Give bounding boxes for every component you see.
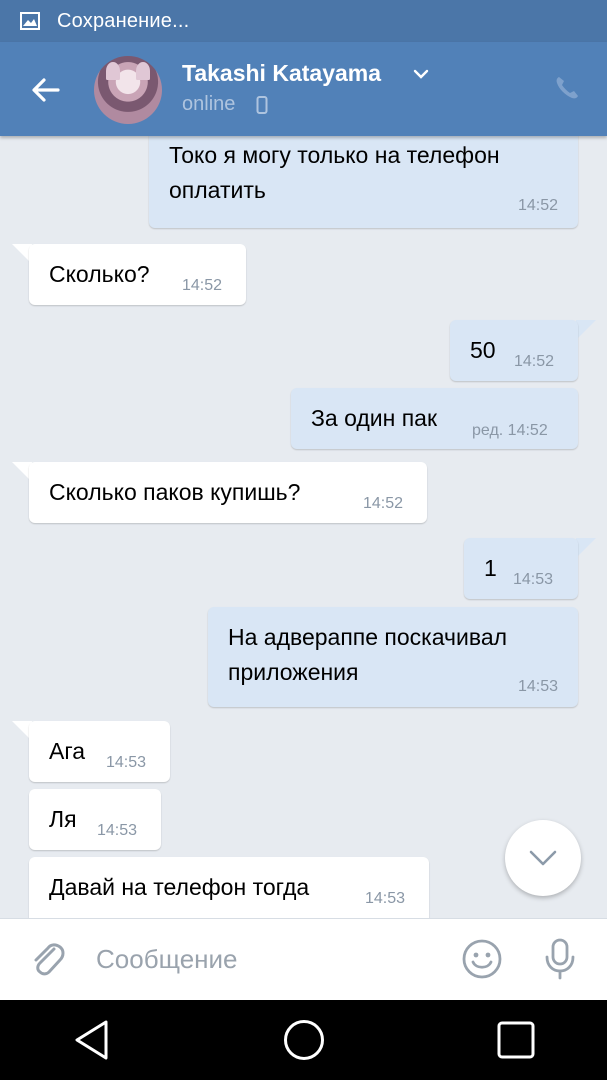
message-text: Давай на телефон тогда <box>49 874 310 900</box>
message-input[interactable] <box>96 939 436 979</box>
message-time: 14:52 <box>514 353 555 370</box>
system-navigation-bar <box>0 1000 607 1080</box>
message-text: оплатить <box>169 177 266 203</box>
message-time: 14:53 <box>106 754 147 771</box>
chevron-down-icon <box>529 850 557 866</box>
message-text: Сколько паков купишь? <box>49 479 301 505</box>
message-incoming[interactable]: Сколько? 14:52 <box>29 244 246 305</box>
chat-header: Takashi Katayama online <box>0 42 607 136</box>
message-text: 1 <box>484 555 497 581</box>
chevron-down-icon[interactable] <box>412 67 430 81</box>
message-text: приложения <box>228 659 359 685</box>
status-bar: Сохранение... <box>0 0 607 42</box>
image-icon <box>20 12 40 30</box>
nav-recent-apps-icon[interactable] <box>497 1021 535 1059</box>
nav-home-icon[interactable] <box>283 1019 325 1061</box>
bubble-tail <box>576 320 596 340</box>
message-text: На адвераппе поскачивал <box>228 624 508 650</box>
contact-name[interactable]: Takashi Katayama <box>182 60 381 87</box>
presence-status: online <box>182 93 236 115</box>
status-text: Сохранение... <box>57 9 190 32</box>
message-text: Ля <box>49 806 77 832</box>
back-arrow-icon[interactable] <box>28 72 64 108</box>
message-text: 50 <box>470 337 496 363</box>
message-text: Ага <box>49 738 86 764</box>
paperclip-icon[interactable] <box>28 939 66 979</box>
message-outgoing[interactable]: За один пак ред. 14:52 <box>291 388 578 449</box>
message-composer <box>0 918 607 1000</box>
message-list[interactable]: Токо я могу только на телефон оплатить 1… <box>0 136 607 918</box>
message-incoming[interactable]: Давай на телефон тогда 14:53 <box>29 857 429 918</box>
message-time: ред. 14:52 <box>472 422 548 439</box>
message-outgoing[interactable]: На адвераппе поскачивал приложения 14:53 <box>208 607 578 707</box>
bubble-tail <box>576 538 596 558</box>
message-time: 14:53 <box>513 571 554 588</box>
message-outgoing[interactable]: 1 14:53 <box>464 538 578 599</box>
phone-call-icon[interactable] <box>553 74 581 102</box>
avatar[interactable] <box>94 56 162 124</box>
message-incoming[interactable]: Сколько паков купишь? 14:52 <box>29 462 427 523</box>
message-time: 14:52 <box>363 495 404 512</box>
message-outgoing[interactable]: 50 14:52 <box>450 320 578 381</box>
message-incoming[interactable]: Ля 14:53 <box>29 789 161 850</box>
message-time: 14:53 <box>97 822 138 839</box>
message-outgoing[interactable]: Токо я могу только на телефон оплатить 1… <box>149 136 578 228</box>
message-text: Токо я могу только на телефон <box>169 142 500 168</box>
message-time: 14:53 <box>517 678 558 695</box>
mobile-device-icon <box>256 96 268 114</box>
message-incoming[interactable]: Ага 14:53 <box>29 721 170 782</box>
message-text: Сколько? <box>49 261 150 287</box>
microphone-icon[interactable] <box>540 937 580 981</box>
message-text: За один пак <box>311 405 438 431</box>
emoji-icon[interactable] <box>461 938 503 980</box>
scroll-to-bottom-button[interactable] <box>505 820 581 896</box>
nav-back-icon[interactable] <box>72 1019 112 1061</box>
message-time: 14:52 <box>182 277 223 294</box>
message-time: 14:52 <box>517 197 558 214</box>
message-time: 14:53 <box>365 890 406 907</box>
